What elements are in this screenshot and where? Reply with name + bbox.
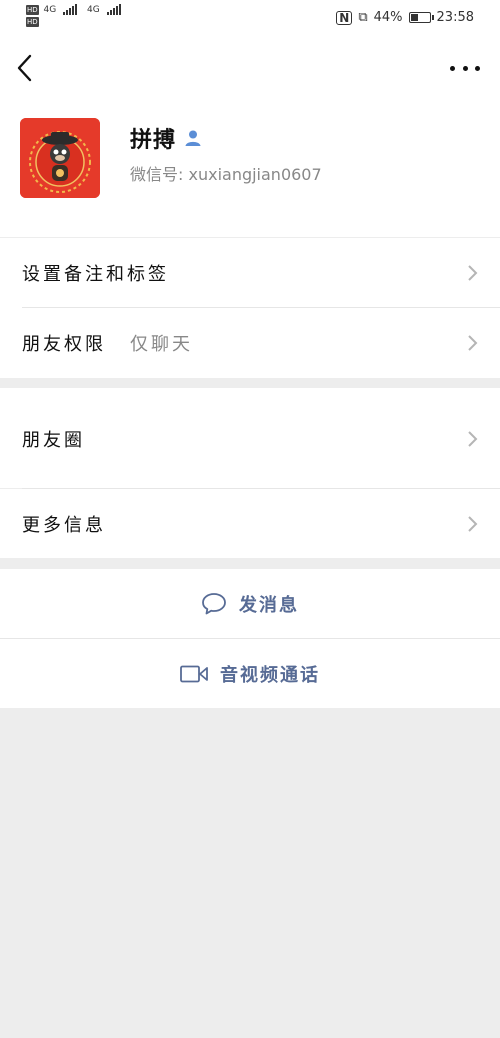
more-button[interactable] xyxy=(450,56,480,80)
wechat-id-value: xuxiangjian0607 xyxy=(188,165,322,184)
signal-icon xyxy=(63,4,78,15)
battery-percent: 44% xyxy=(373,10,403,25)
profile-card: 拼搏 微信号: xuxiangjian0607 xyxy=(0,100,500,237)
network-type: 4G xyxy=(43,5,57,15)
vibrate-icon: ⧉ xyxy=(358,10,368,25)
contact-name: 拼搏 xyxy=(130,128,177,153)
row-moments[interactable]: 朋友圈 xyxy=(0,388,500,488)
chat-bubble-icon xyxy=(202,592,226,614)
status-bar-left: HD 4G 4G HD xyxy=(26,4,122,27)
wechat-id-label: 微信号: xyxy=(130,165,189,184)
row-label: 更多信息 xyxy=(22,515,106,536)
person-icon xyxy=(185,130,201,146)
more-dot xyxy=(462,65,468,71)
network-type-2: 4G xyxy=(86,5,100,15)
video-camera-icon xyxy=(180,665,208,682)
back-button[interactable] xyxy=(14,52,38,84)
row-label: 设置备注和标签 xyxy=(22,264,169,285)
status-bar: HD 4G 4G HD N ⧉ 44% 23:58 xyxy=(0,0,500,38)
row-more-info[interactable]: 更多信息 xyxy=(0,489,500,558)
wechat-id: 微信号: xuxiangjian0607 xyxy=(130,161,322,185)
nfc-icon: N xyxy=(336,10,353,25)
row-remark-tags[interactable]: 设置备注和标签 xyxy=(0,238,500,308)
send-message-button[interactable]: 发消息 xyxy=(0,569,500,638)
chevron-right-icon xyxy=(468,431,478,447)
more-dot xyxy=(475,65,480,71)
send-message-label: 发消息 xyxy=(239,594,299,616)
row-label: 朋友圈 xyxy=(22,430,85,451)
top-nav xyxy=(0,38,500,100)
hd-badge-2: HD xyxy=(26,17,39,27)
battery-fill xyxy=(410,14,418,21)
more-dots-icon xyxy=(450,65,455,71)
clock: 23:58 xyxy=(436,10,474,25)
row-label: 朋友权限 xyxy=(22,334,106,355)
status-bar-right: N ⧉ 44% 23:58 xyxy=(336,10,474,25)
row-value: 仅聊天 xyxy=(130,334,193,355)
name-row: 拼搏 xyxy=(130,122,202,154)
video-call-button[interactable]: 音视频通话 xyxy=(0,639,500,708)
hd-badge: HD xyxy=(26,5,39,15)
signal-icon-2 xyxy=(106,4,122,15)
avatar-image xyxy=(20,118,100,198)
chevron-left-icon xyxy=(17,54,32,82)
chevron-right-icon xyxy=(468,516,478,532)
video-call-label: 音视频通话 xyxy=(220,664,320,686)
row-friend-permissions[interactable]: 朋友权限 仅聊天 xyxy=(0,308,500,378)
chevron-right-icon xyxy=(468,335,478,351)
chevron-right-icon xyxy=(468,265,478,281)
avatar[interactable] xyxy=(20,118,100,198)
battery-icon xyxy=(408,12,434,23)
